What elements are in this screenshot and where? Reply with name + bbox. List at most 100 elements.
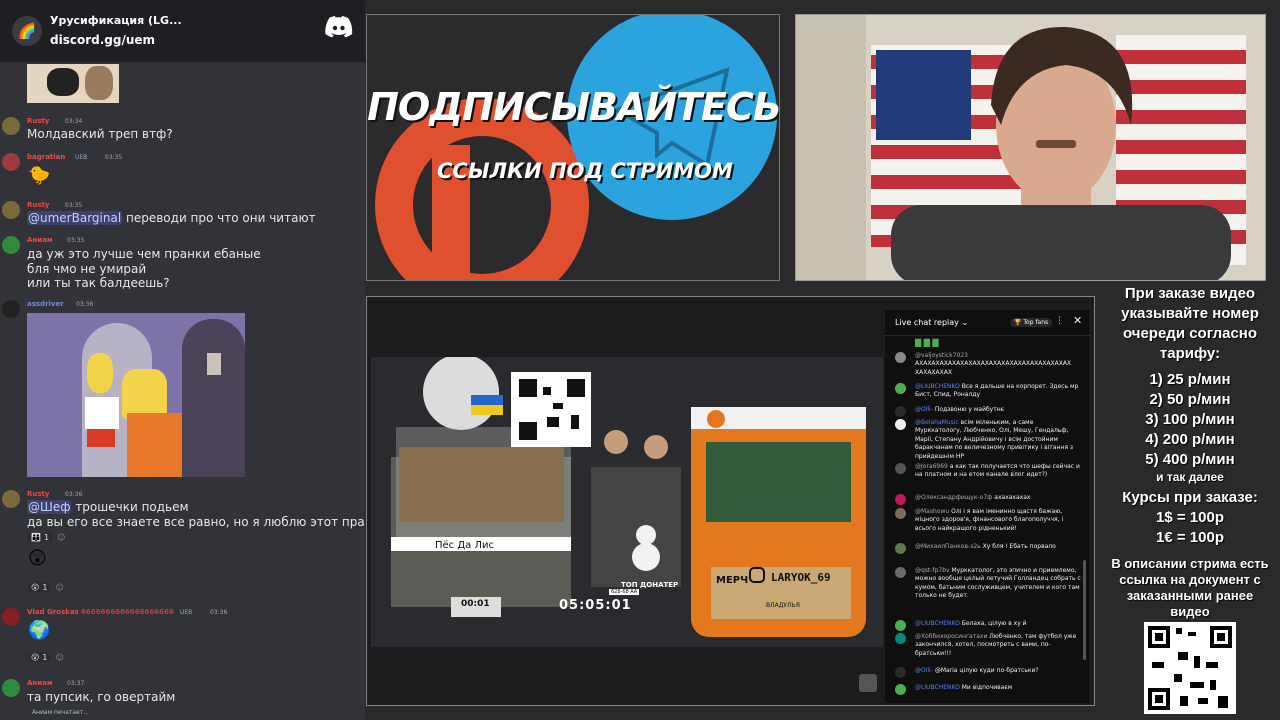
mention[interactable]: @umerBarginal (27, 211, 123, 225)
chat-avatar[interactable] (895, 463, 906, 474)
mention[interactable]: @Шеф (27, 500, 72, 514)
reaction-pill[interactable]: 😲 1 (27, 582, 52, 592)
chat-avatar[interactable] (895, 543, 906, 554)
subscribe-banner: ПОДПИСЫВАЙТЕСЬ ССЫЛКИ ПОД СТРИМОМ (366, 14, 780, 281)
emoji-row: ▇ ▇ ▇ (915, 338, 939, 347)
avatar[interactable] (2, 608, 20, 626)
stream-video[interactable]: Пёс Да Лис 00:01 628-68 АА ТОП ДОНАТЕР М… (371, 357, 883, 647)
chat-avatar[interactable] (895, 620, 906, 631)
webcam-scene (796, 15, 1265, 280)
chat-avatar[interactable] (895, 352, 906, 363)
timestamp: 03:35 (105, 154, 123, 161)
chat-message-body: @Mashowu Олі і я вам іменинно щастя бажа… (915, 508, 1081, 533)
description-note: В описании стрима есть ссылка на докумен… (1111, 556, 1269, 619)
chat-avatar[interactable] (895, 419, 906, 430)
server-icon: 🌈 (12, 16, 42, 46)
chat-message-body: @Хоббихоросингатахи Любченко, там футбол… (915, 633, 1081, 658)
message-text: @umerBarginal переводи про что они читаю… (27, 211, 316, 226)
chat-author[interactable]: @BelahaMusic (915, 419, 959, 426)
plate-number: 628-68 АА (609, 589, 640, 595)
username[interactable]: bagratian (27, 153, 65, 161)
role-tag: UEB (75, 154, 88, 161)
live-chat-scrollbar[interactable] (1083, 560, 1086, 660)
order-intro: При заказе видео указывайте номер очеред… (1121, 285, 1259, 362)
chat-author[interactable]: @Mashowu (915, 508, 949, 515)
avatar[interactable] (2, 153, 20, 171)
chat-author[interactable]: @valjoystick7023 (915, 352, 968, 359)
chat-message-body: @Олександрфищук-о7ф ахахахахах (915, 494, 1081, 502)
avatar[interactable] (2, 117, 20, 135)
chat-avatar[interactable] (895, 494, 906, 505)
timestamp: 03:35 (67, 237, 85, 244)
message-text: та пупсик, го овертайм (27, 690, 176, 704)
username[interactable]: Rusty (27, 490, 49, 498)
chat-author[interactable]: @LIUBCHENKO (915, 620, 960, 627)
chat-author[interactable]: @Olli- (915, 667, 933, 674)
channel-avatar[interactable] (859, 674, 877, 692)
message-body: трошечки подьем (75, 500, 189, 514)
chat-author[interactable]: @Olli- (915, 406, 933, 413)
top-fans-button[interactable]: 🏆 Top fans (1010, 318, 1053, 327)
avatar[interactable] (2, 201, 20, 219)
chat-avatar[interactable] (895, 633, 906, 644)
tariff-item: 4) 200 р/мин (1145, 431, 1235, 448)
chat-author[interactable]: @МихаилПанков-з2ь (915, 543, 981, 550)
reaction-row: 👨‍👩‍👦 1 ☺ (27, 530, 65, 544)
username[interactable]: assdriver (27, 300, 64, 308)
live-chat-title-text: Live chat replay (895, 318, 959, 327)
tariff-list: 1) 25 р/мин 2) 50 р/мин 3) 100 р/мин 4) … (1100, 370, 1280, 470)
chat-author[interactable]: @LIUBCHENKO (915, 383, 960, 390)
chat-author[interactable]: @Хоббихоросингатахи (915, 633, 987, 640)
chat-avatar[interactable] (895, 567, 906, 578)
emoji-sticker: 🌍 (28, 620, 51, 641)
more-options-icon[interactable]: ⋮ (1055, 316, 1064, 326)
close-icon[interactable]: ✕ (1073, 314, 1082, 327)
banner-title: ПОДПИСЫВАЙТЕСЬ (367, 85, 780, 129)
username[interactable]: Rusty (27, 201, 49, 209)
username[interactable]: Vlad Groskas 6666666666666666666 (27, 608, 174, 616)
username[interactable]: Аниам (27, 236, 53, 244)
reaction-emoji: 😲 (31, 652, 40, 662)
add-reaction-icon[interactable]: ☺ (55, 653, 63, 662)
chat-avatar[interactable] (895, 684, 906, 695)
reaction-emoji: 😲 (31, 582, 40, 592)
chat-author[interactable]: @Jora6969 (915, 463, 948, 470)
timestamp: 03:34 (65, 118, 83, 125)
chat-text: Белаха, цілую в ху й (961, 620, 1027, 627)
reaction-pill[interactable]: 😲 1 (27, 652, 52, 662)
username[interactable]: Аниам (27, 679, 53, 687)
avatar[interactable] (2, 236, 20, 254)
attachment-image[interactable] (27, 313, 245, 477)
avatar[interactable] (2, 679, 20, 697)
discord-chat-overlay: 🌈 Урусификация (LG... discord.gg/uem Rus… (0, 0, 365, 720)
chevron-down-icon: ⌄ (961, 318, 969, 327)
add-reaction-icon[interactable]: ☺ (57, 533, 65, 542)
chat-avatar[interactable] (895, 508, 906, 519)
youtube-stream-share: Пёс Да Лис 00:01 628-68 АА ТОП ДОНАТЕР М… (366, 296, 1095, 706)
chat-text: @Maria цілую куди по-братськи? (934, 667, 1039, 674)
add-reaction-icon[interactable]: ☺ (55, 583, 63, 592)
live-chat-panel: Live chat replay ⌄ 🏆 Top fans ⋮ ✕ ▇ ▇ ▇ … (885, 310, 1090, 703)
chat-avatar[interactable] (895, 383, 906, 394)
chat-message-body: @BelahaMusic всім міленьким, а саме Мурк… (915, 419, 1081, 461)
server-name: Урусификация (LG... (50, 14, 182, 27)
live-chat-title[interactable]: Live chat replay ⌄ (895, 318, 968, 327)
emoji-sticker: 🐤 (28, 165, 51, 186)
reaction-pill[interactable]: 👨‍👩‍👦 1 (27, 532, 54, 542)
attachment-image[interactable] (27, 64, 119, 103)
avatar[interactable] (2, 490, 20, 508)
chat-author[interactable]: @LIUBCHENKO (915, 684, 960, 691)
message-line: бля чмо не умирай (27, 261, 147, 276)
chat-author[interactable]: @qst-fp7bv (915, 567, 950, 574)
rate-item: 1€ = 100р (1156, 529, 1224, 546)
top-donater-label: ТОП ДОНАТЕР (621, 581, 679, 589)
chat-author[interactable]: @Олександрфищук-о7ф (915, 494, 992, 501)
avatar[interactable] (2, 300, 20, 318)
chat-avatar[interactable] (895, 406, 906, 417)
server-invite: discord.gg/uem (50, 33, 156, 47)
tariff-etc: и так далее (1156, 470, 1224, 484)
chat-avatar[interactable] (895, 667, 906, 678)
ukraine-flag (471, 395, 503, 405)
top-fans-label: Top fans (1023, 319, 1049, 326)
username[interactable]: Rusty (27, 117, 49, 125)
